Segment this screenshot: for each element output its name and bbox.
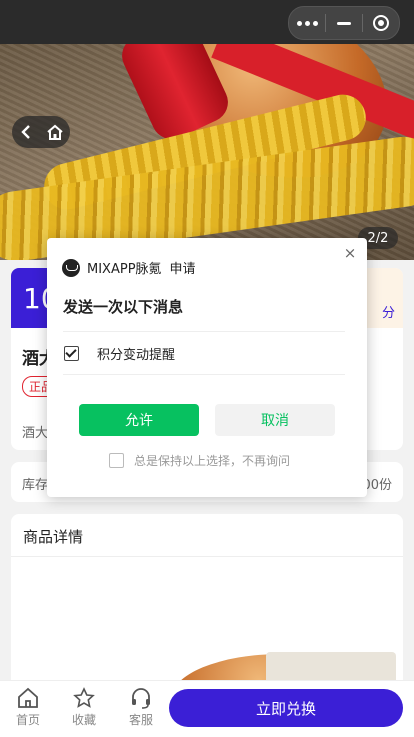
remember-choice-row[interactable]: 总是保持以上选择，不再询问 bbox=[109, 452, 290, 469]
product-subtitle: 酒大 bbox=[22, 426, 49, 441]
subscribe-message-dialog: × MIXAPP脉氪 申请 发送一次以下消息 积分变动提醒 允许 取消 总是保持… bbox=[47, 238, 367, 497]
tab-home-label: 首页 bbox=[15, 713, 40, 727]
tab-favorite-label: 收藏 bbox=[71, 713, 96, 727]
dialog-app-header: MIXAPP脉氪 申请 bbox=[62, 258, 196, 277]
close-app-button[interactable] bbox=[363, 7, 399, 39]
divider bbox=[11, 556, 403, 557]
tab-home[interactable]: 首页 bbox=[8, 687, 48, 728]
cancel-button[interactable]: 取消 bbox=[215, 404, 335, 436]
price-right-fragment: 分 bbox=[381, 306, 395, 321]
divider bbox=[63, 374, 345, 375]
tab-service-label: 客服 bbox=[128, 713, 153, 727]
headset-icon bbox=[132, 688, 150, 709]
tab-service[interactable]: 客服 bbox=[121, 687, 161, 728]
more-button[interactable] bbox=[289, 7, 325, 39]
exit-target-icon bbox=[373, 15, 389, 31]
back-icon[interactable] bbox=[19, 124, 33, 140]
tab-favorite[interactable]: 收藏 bbox=[64, 687, 104, 728]
star-icon bbox=[73, 687, 95, 708]
mini-program-capsule bbox=[288, 6, 400, 40]
allow-button[interactable]: 允许 bbox=[79, 404, 199, 436]
app-name: MIXAPP脉氪 bbox=[87, 262, 162, 277]
redeem-button[interactable]: 立即兑换 bbox=[169, 689, 403, 727]
permission-row[interactable]: 积分变动提醒 bbox=[64, 344, 175, 363]
divider bbox=[63, 331, 345, 332]
remember-label: 总是保持以上选择，不再询问 bbox=[134, 454, 291, 468]
status-top-bar bbox=[0, 0, 414, 44]
minimize-button[interactable] bbox=[326, 7, 362, 39]
home-icon[interactable] bbox=[46, 124, 64, 140]
stock-label: 库存 bbox=[22, 478, 49, 493]
remember-checkbox[interactable] bbox=[109, 453, 124, 468]
more-icon bbox=[296, 20, 318, 26]
nav-capsule bbox=[12, 116, 70, 148]
close-icon[interactable]: × bbox=[341, 244, 359, 262]
app-logo-icon bbox=[62, 258, 80, 277]
request-text: 申请 bbox=[169, 262, 196, 277]
permission-checkbox[interactable] bbox=[64, 346, 79, 361]
minimize-icon bbox=[337, 21, 351, 25]
product-image-carousel[interactable]: 2/2 bbox=[0, 44, 414, 260]
home-icon bbox=[18, 687, 38, 708]
permission-label: 积分变动提醒 bbox=[97, 348, 176, 363]
dialog-title: 发送一次以下消息 bbox=[63, 298, 184, 316]
detail-title: 商品详情 bbox=[23, 528, 84, 546]
